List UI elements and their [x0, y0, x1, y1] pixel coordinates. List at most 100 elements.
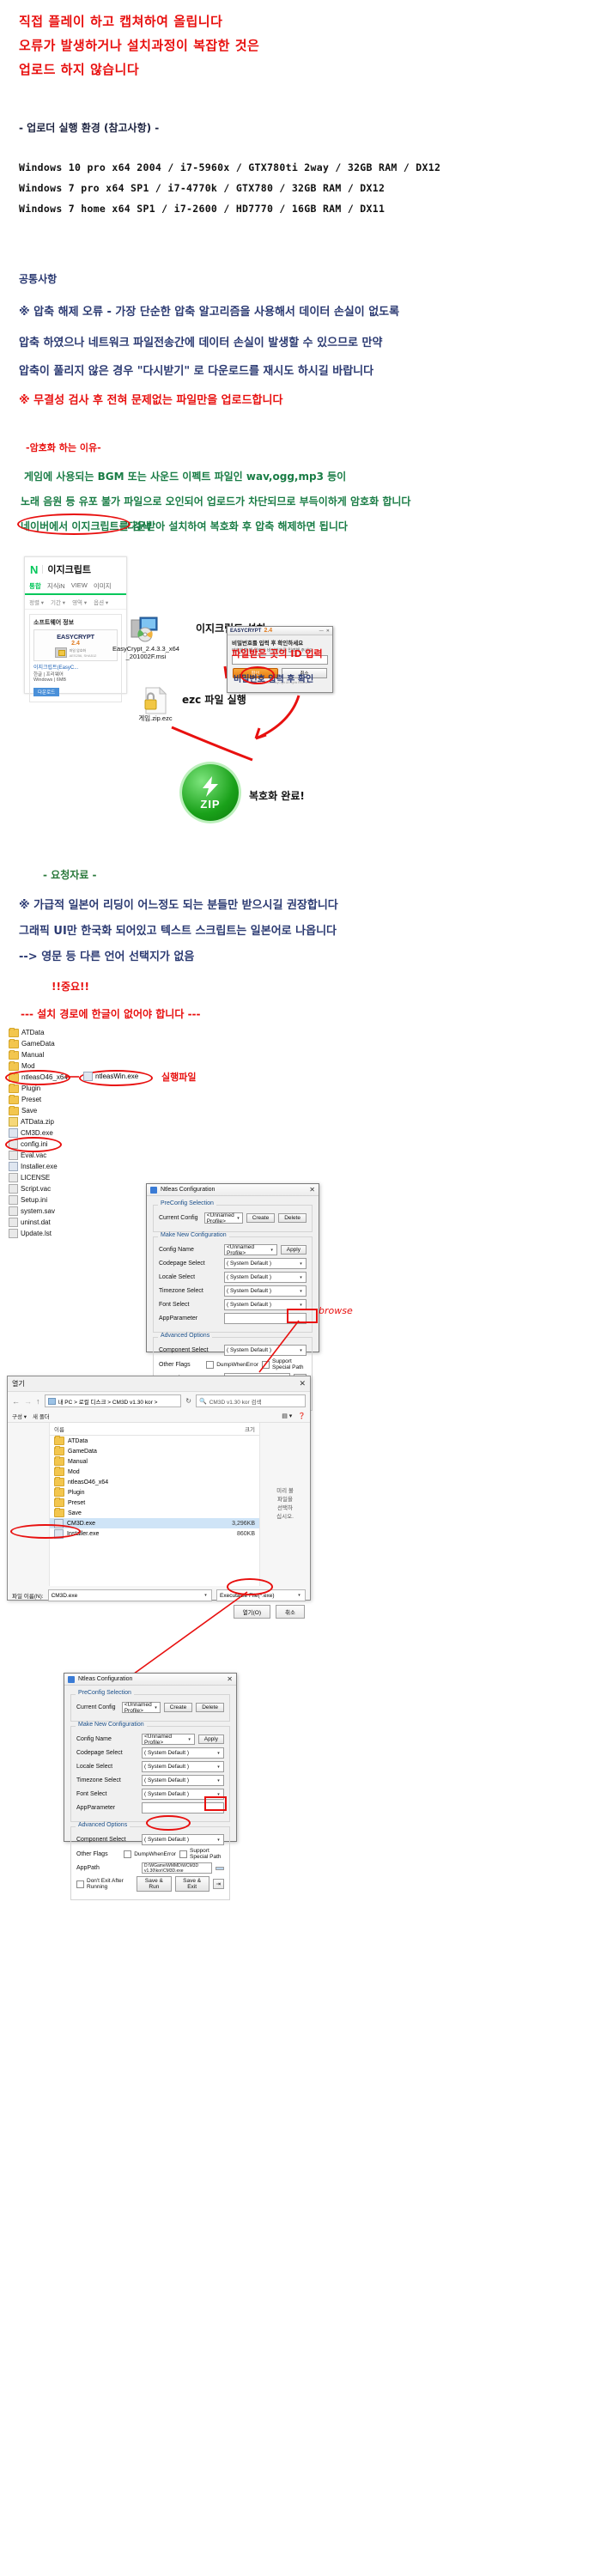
close-icon[interactable]: ✕ — [309, 1186, 315, 1194]
table-row-cm3d-selected[interactable]: CM3D.exe3,296KB — [50, 1518, 259, 1528]
breadcrumb[interactable]: 내 PC > 로컬 디스크 > CM3D v1.30 kor > — [45, 1394, 182, 1407]
table-row[interactable]: GameData — [50, 1446, 259, 1456]
create-button-1[interactable]: Create — [246, 1213, 276, 1223]
naver-filters[interactable]: 정렬 ▾ 기간 ▾ 영역 ▾ 옵션 ▾ — [25, 595, 126, 610]
list-item[interactable]: Installer.exe — [9, 1161, 137, 1172]
column-name[interactable]: 이름 — [54, 1425, 202, 1433]
naver-tab-3[interactable]: 이미지 — [94, 581, 112, 591]
codepage-select-1[interactable]: ( System Default )▾ — [224, 1258, 307, 1269]
help-icon[interactable]: ❓ — [298, 1413, 306, 1419]
current-config-label-2: Current Config — [76, 1704, 118, 1710]
apply-button-2[interactable]: Apply — [198, 1735, 224, 1744]
list-item[interactable]: GameData — [9, 1038, 137, 1049]
table-row[interactable]: Manual — [50, 1456, 259, 1467]
delete-button-2[interactable]: Delete — [196, 1703, 224, 1712]
intro-line-2: 오류가 발생하거나 설치과정이 복잡한 것은 — [19, 36, 259, 54]
cancel-button[interactable]: 취소 — [276, 1605, 305, 1619]
list-item[interactable]: system.sav — [9, 1206, 137, 1217]
locale-label-1: Locale Select — [159, 1274, 221, 1280]
list-item[interactable]: Script.vac — [9, 1183, 137, 1194]
naver-filter-1[interactable]: 기간 ▾ — [51, 598, 65, 606]
dumpwhenerror-checkbox-2[interactable]: DumpWhenError — [124, 1850, 176, 1858]
table-row[interactable]: ntleasO46_x64 — [50, 1477, 259, 1487]
explorer-open-dialog: 열기 ✕ ← → ↑ 내 PC > 로컬 디스크 > CM3D v1.30 ko… — [7, 1376, 311, 1601]
minimize-icon[interactable]: — — [319, 629, 324, 634]
list-item[interactable]: ATData.zip — [9, 1116, 137, 1127]
timezone-label-1: Timezone Select — [159, 1288, 221, 1294]
table-row[interactable]: Plugin — [50, 1487, 259, 1498]
file-name: Manual — [21, 1049, 44, 1060]
table-row[interactable]: Installer.exe860KB — [50, 1528, 259, 1539]
create-button-2[interactable]: Create — [164, 1703, 193, 1712]
list-item[interactable]: Setup.ini — [9, 1194, 137, 1206]
search-input[interactable]: 🔍 CM3D v1.30 kor 검색 — [196, 1394, 306, 1407]
config-name-select-2[interactable]: <Unnamed Profile>▾ — [142, 1734, 195, 1745]
back-icon[interactable]: ← — [12, 1397, 20, 1406]
list-item[interactable]: ATData — [9, 1027, 137, 1038]
request-line-1: ※ 가급적 일본어 리딩이 어느정도 되는 분들만 받으시길 권장합니다 — [19, 896, 338, 912]
naver-tabs[interactable]: 통합 지식iN VIEW 이미지 — [25, 580, 126, 595]
msi-installer-icon[interactable] — [131, 617, 160, 647]
close-icon[interactable]: ✕ — [326, 629, 330, 634]
arrow-button-2[interactable]: ⇥ — [213, 1879, 224, 1889]
common-line-4: ※ 무결성 검사 후 전혀 문제없는 파일만을 업로드합니다 — [19, 391, 282, 407]
config-name-select-1[interactable]: <Unnamed Profile>▾ — [224, 1244, 277, 1255]
list-item[interactable]: Manual — [9, 1049, 137, 1060]
save-exit-button-2[interactable]: Save & Exit — [175, 1876, 209, 1892]
ntleaswin-exe-item[interactable]: ntleasWin.exe — [83, 1072, 138, 1081]
table-row[interactable]: ATData — [50, 1436, 259, 1446]
naver-filter-0[interactable]: 정렬 ▾ — [29, 598, 44, 606]
list-item[interactable]: Preset — [9, 1094, 137, 1105]
file-name: ATData — [21, 1027, 45, 1038]
codepage-select-2[interactable]: ( System Default )▾ — [142, 1747, 224, 1759]
organize-button[interactable]: 구성 ▾ — [12, 1412, 27, 1420]
download-button[interactable]: 다운로드 — [33, 688, 59, 696]
naver-filter-2[interactable]: 영역 ▾ — [72, 598, 87, 606]
column-size[interactable]: 크기 — [202, 1425, 255, 1433]
table-row[interactable]: Preset — [50, 1498, 259, 1508]
folder-icon — [54, 1457, 64, 1466]
timezone-select-1[interactable]: ( System Default )▾ — [224, 1285, 307, 1297]
new-folder-button[interactable]: 새 폴더 — [33, 1412, 50, 1420]
locale-select-2[interactable]: ( System Default )▾ — [142, 1761, 224, 1772]
close-icon[interactable]: ✕ — [227, 1675, 233, 1683]
current-config-select-1[interactable]: <Unnamed Profile>▾ — [204, 1212, 243, 1224]
exe-file-icon — [9, 1162, 18, 1171]
folder-icon — [54, 1437, 64, 1445]
file-name: Preset — [21, 1094, 41, 1105]
view-icon[interactable]: ▤ ▾ — [282, 1413, 292, 1419]
file-name: Script.vac — [21, 1183, 51, 1194]
table-row[interactable]: Mod — [50, 1467, 259, 1477]
naver-tab-2[interactable]: VIEW — [71, 581, 88, 591]
apppath-input-2[interactable]: D:\WGame\WMMD\WCM3D v1.30\kor\CM3D.exe — [142, 1862, 212, 1874]
easycrypt-dialog-version: 2.4 — [264, 628, 272, 634]
apply-button-1[interactable]: Apply — [281, 1245, 307, 1255]
browse-button-2[interactable] — [216, 1867, 224, 1870]
dumpwhenerror-checkbox-1[interactable]: DumpWhenError — [206, 1361, 258, 1369]
connector-ntleas — [65, 1073, 82, 1080]
save-run-button-2[interactable]: Save & Run — [137, 1876, 172, 1892]
naver-tab-1[interactable]: 지식iN — [47, 581, 65, 591]
table-row[interactable]: Save — [50, 1508, 259, 1518]
list-item[interactable]: Save — [9, 1105, 137, 1116]
msi-label-line-2: _201002F.msi — [103, 653, 189, 661]
common-line-2: 압축 하였으나 네트워크 파일전송간에 데이터 손실이 발생할 수 있으므로 만… — [19, 333, 382, 349]
ntleas-configuration-dialog-2: Ntleas Configuration ✕ PreConfig Selecti… — [64, 1673, 237, 1842]
current-config-select-2[interactable]: <Unnamed Profile>▾ — [122, 1702, 161, 1713]
component-select-2[interactable]: ( System Default )▾ — [142, 1834, 224, 1845]
list-item[interactable]: LICENSE — [9, 1172, 137, 1183]
software-link[interactable]: 이지크립트(EasyC... — [33, 663, 118, 671]
up-icon[interactable]: ↑ — [36, 1397, 40, 1406]
locale-select-1[interactable]: ( System Default )▾ — [224, 1272, 307, 1283]
naver-tab-0[interactable]: 통합 — [29, 581, 41, 591]
timezone-select-2[interactable]: ( System Default )▾ — [142, 1775, 224, 1786]
supportspecialpath-checkbox-2[interactable]: Support Special Path — [179, 1848, 224, 1860]
refresh-icon[interactable]: ↻ — [185, 1397, 191, 1405]
list-item[interactable]: Update.lst — [9, 1228, 137, 1239]
close-icon[interactable]: ✕ — [299, 1379, 306, 1388]
dontexit-checkbox-2[interactable]: Don't Exit After Running — [76, 1878, 130, 1890]
list-item[interactable]: uninst.dat — [9, 1217, 137, 1228]
naver-filter-3[interactable]: 옵션 ▾ — [94, 598, 108, 606]
forward-icon[interactable]: → — [24, 1397, 32, 1406]
delete-button-1[interactable]: Delete — [278, 1213, 307, 1223]
